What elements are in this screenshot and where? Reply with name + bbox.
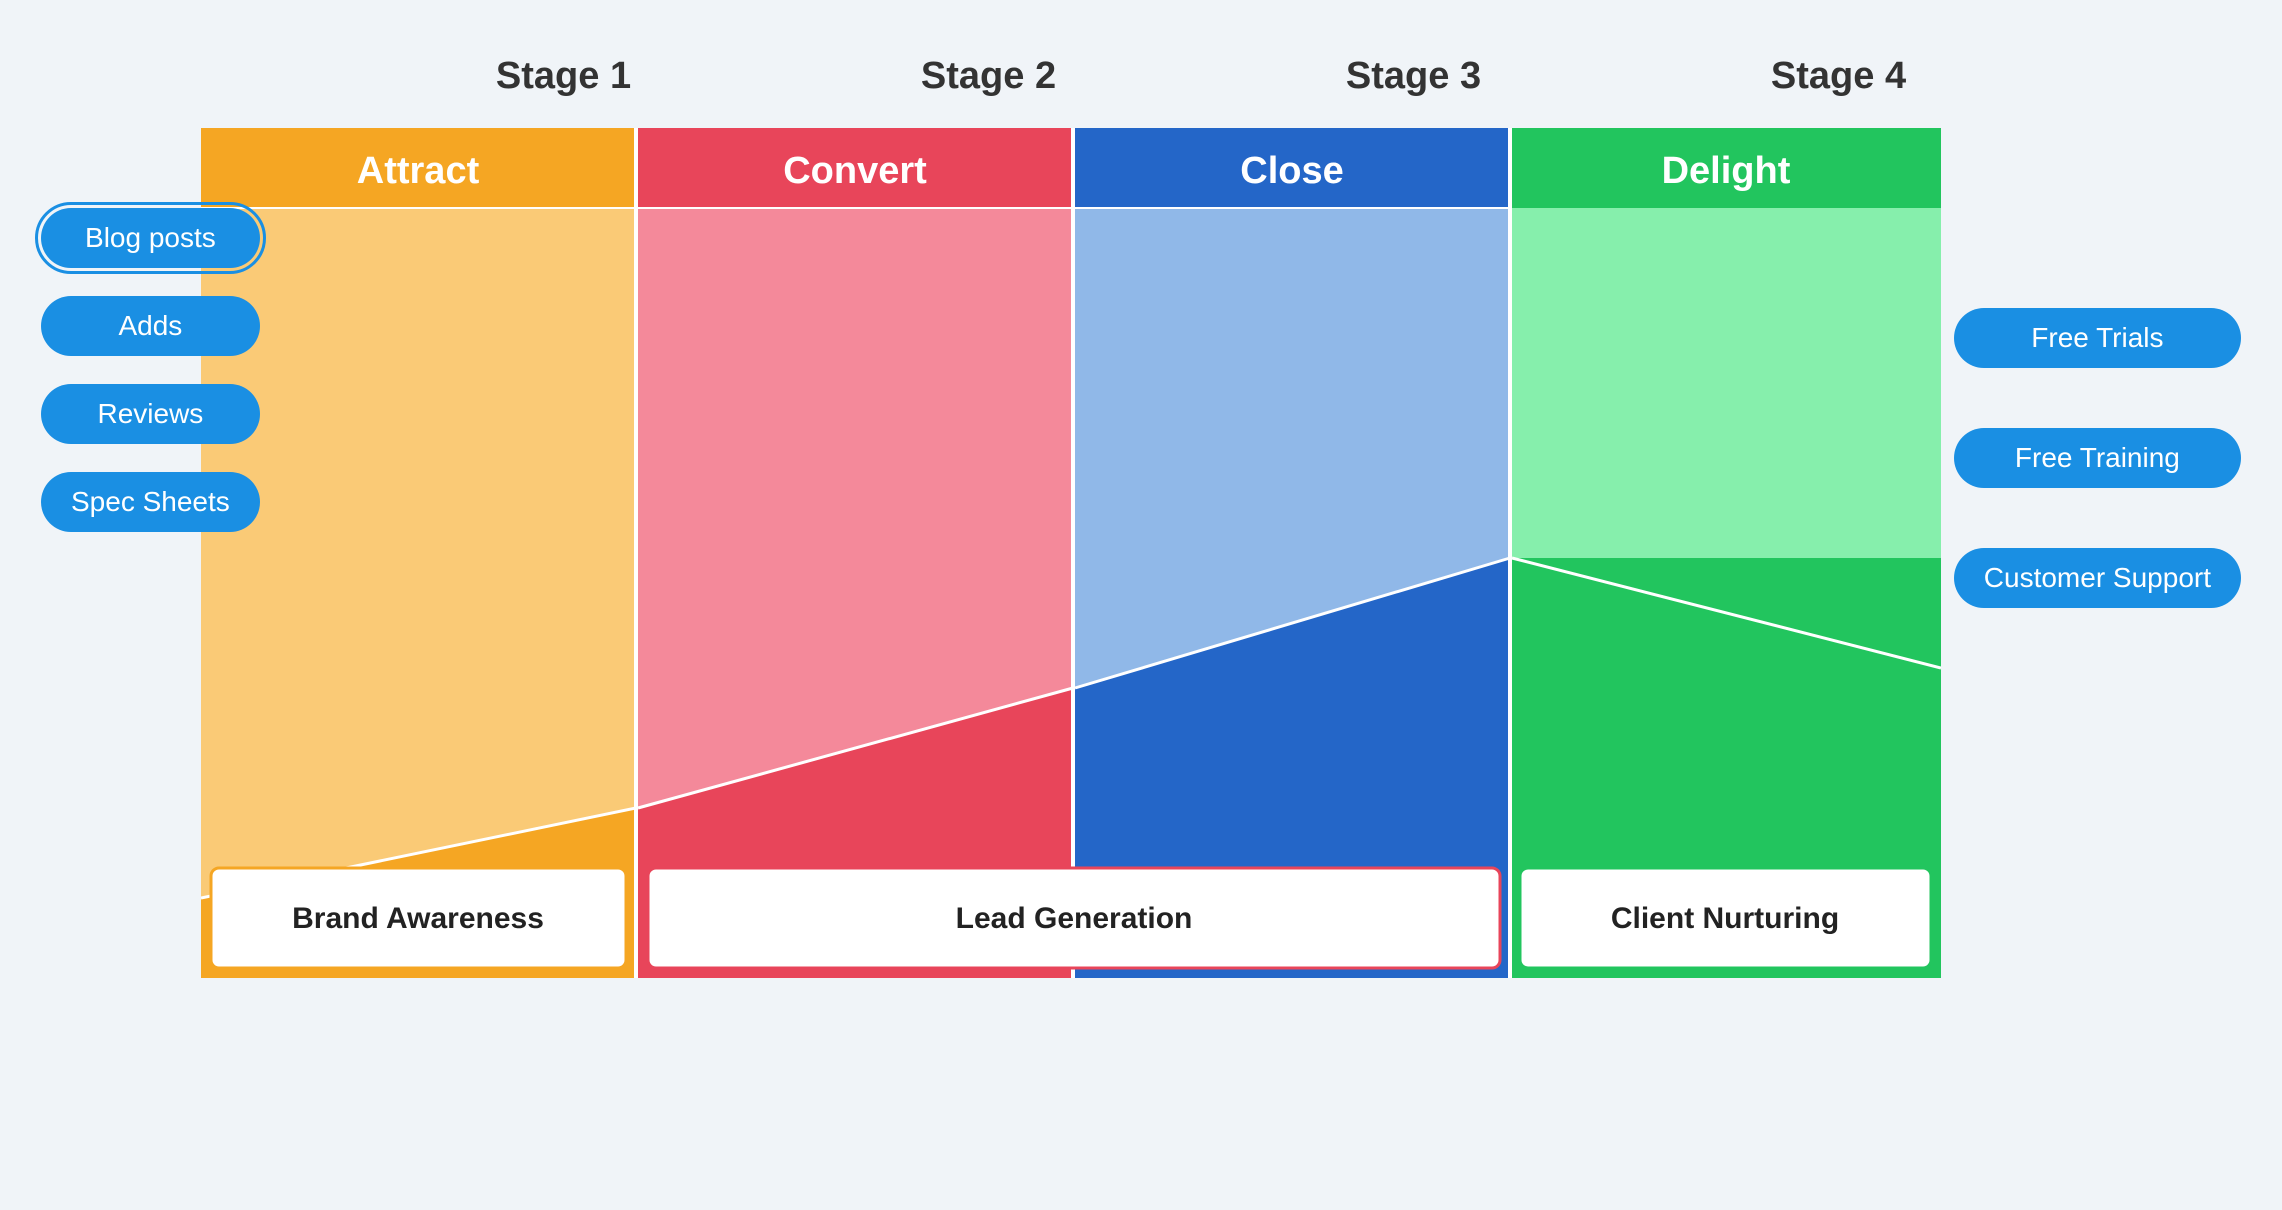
svg-text:Convert: Convert <box>783 150 927 192</box>
main-container: Stage 1 Stage 2 Stage 3 Stage 4 Blog pos… <box>41 35 2241 1175</box>
svg-text:Close: Close <box>1240 150 1343 192</box>
svg-text:Brand Awareness: Brand Awareness <box>292 902 544 935</box>
stage-2-header: Stage 2 <box>776 35 1201 118</box>
stage-1-header: Stage 1 <box>351 35 776 118</box>
free-trials-pill[interactable]: Free Trials <box>1954 308 2241 368</box>
svg-text:Attract: Attract <box>357 150 480 192</box>
reviews-pill[interactable]: Reviews <box>41 384 260 444</box>
svg-text:Lead Generation: Lead Generation <box>956 902 1193 935</box>
free-training-pill[interactable]: Free Training <box>1954 428 2241 488</box>
diagram-area: Blog posts Adds Reviews Spec Sheets Free… <box>41 128 2241 1108</box>
funnel-diagram: Attract Convert Close <box>201 128 1941 1078</box>
stage-headers: Stage 1 Stage 2 Stage 3 Stage 4 <box>351 35 2051 118</box>
right-pills-container: Free Trials Free Training Customer Suppo… <box>1954 308 2241 608</box>
adds-pill[interactable]: Adds <box>41 296 260 356</box>
stage-4-header: Stage 4 <box>1626 35 2051 118</box>
left-pills-container: Blog posts Adds Reviews Spec Sheets <box>41 208 260 532</box>
spec-sheets-pill[interactable]: Spec Sheets <box>41 472 260 532</box>
svg-text:Delight: Delight <box>1662 150 1791 192</box>
svg-text:Client Nurturing: Client Nurturing <box>1611 902 1839 935</box>
customer-support-pill[interactable]: Customer Support <box>1954 548 2241 608</box>
stage-3-header: Stage 3 <box>1201 35 1626 118</box>
blog-posts-pill[interactable]: Blog posts <box>41 208 260 268</box>
